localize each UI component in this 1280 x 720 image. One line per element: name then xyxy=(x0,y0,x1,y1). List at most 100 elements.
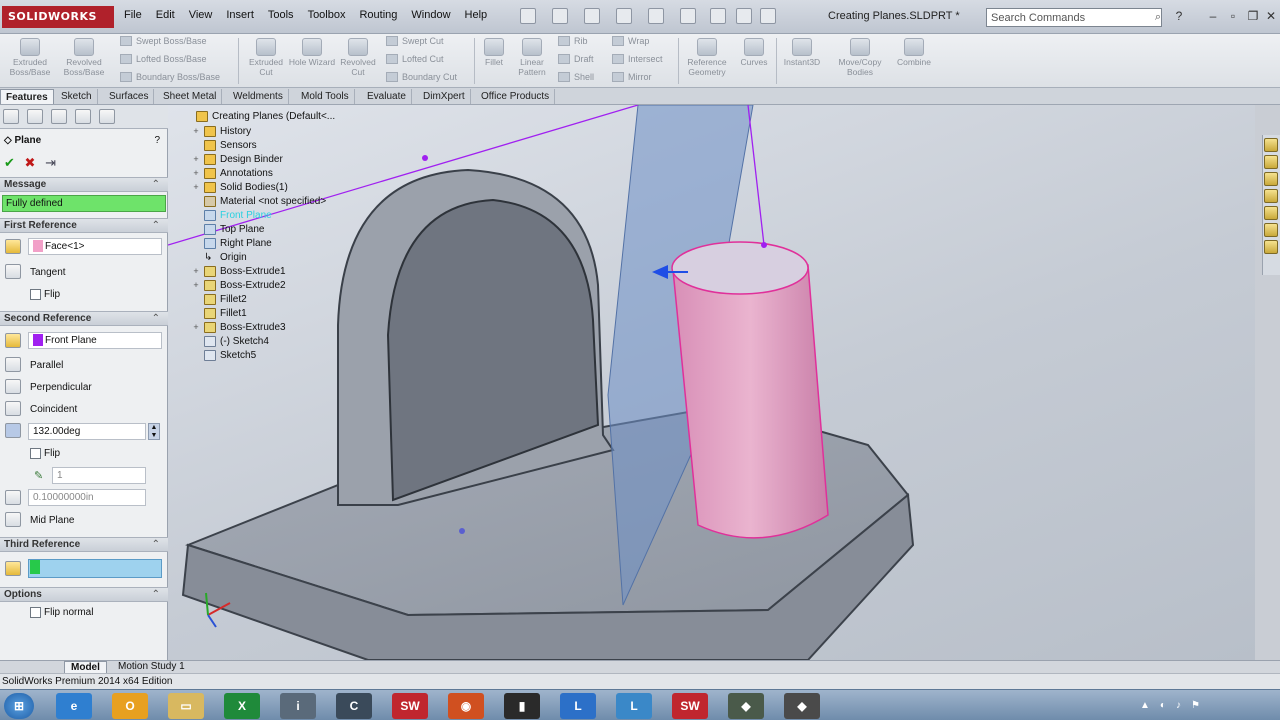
tab-sheet-metal[interactable]: Sheet Metal xyxy=(158,89,223,104)
app-icon[interactable]: ▮ xyxy=(504,693,540,719)
tree-item-sketch5[interactable]: Sketch5 xyxy=(192,348,256,362)
help-icon[interactable]: ? xyxy=(1172,9,1186,23)
combine-button[interactable]: Combine xyxy=(890,36,938,67)
draft-button[interactable]: Draft xyxy=(558,54,594,64)
coincident-label[interactable]: Coincident xyxy=(30,404,77,415)
menu-help[interactable]: Help xyxy=(465,9,488,21)
forum-icon[interactable] xyxy=(1264,240,1278,254)
custom-properties-icon[interactable] xyxy=(1264,223,1278,237)
app-icon-3[interactable]: ◆ xyxy=(784,693,820,719)
collapse-icon[interactable]: ⌃ xyxy=(152,588,160,602)
tree-item-sketch4[interactable]: (-) Sketch4 xyxy=(192,334,269,348)
tree-root[interactable]: Creating Planes (Default<... xyxy=(184,109,335,123)
file-properties-icon[interactable] xyxy=(736,8,752,24)
select-icon[interactable] xyxy=(680,8,696,24)
property-manager-icon[interactable] xyxy=(27,109,43,124)
cancel-icon[interactable]: ✖ xyxy=(25,155,36,170)
curves-button[interactable]: Curves xyxy=(734,36,774,67)
instant3d-button[interactable]: Instant3D xyxy=(778,36,826,67)
angle-icon[interactable] xyxy=(5,423,21,438)
extruded-boss-button[interactable]: Extruded Boss/Base xyxy=(6,36,54,77)
solidworks-logo[interactable]: SOLIDWORKS xyxy=(2,6,114,28)
resources-icon[interactable] xyxy=(1264,138,1278,152)
expand-icon[interactable]: + xyxy=(192,182,200,192)
model-viewport[interactable] xyxy=(168,105,1255,660)
options-header[interactable]: Options ⌃ xyxy=(0,587,168,602)
pin-icon[interactable]: ⇥ xyxy=(45,155,56,170)
perpendicular-icon[interactable] xyxy=(5,379,21,394)
network-icon[interactable]: ◐ xyxy=(1160,700,1166,712)
collapse-icon[interactable]: ⌃ xyxy=(152,312,160,326)
dimxpert-manager-icon[interactable] xyxy=(75,109,91,124)
file-explorer-icon[interactable] xyxy=(1264,172,1278,186)
tab-dimxpert[interactable]: DimXpert xyxy=(418,89,471,104)
fillet-button[interactable]: Fillet xyxy=(474,36,514,67)
tree-item-sensors[interactable]: Sensors xyxy=(192,138,257,152)
tab-features[interactable]: Features xyxy=(0,89,54,104)
lync-icon[interactable]: L xyxy=(560,693,596,719)
parallel-icon[interactable] xyxy=(5,357,21,372)
expand-icon[interactable]: + xyxy=(192,266,200,276)
menu-window[interactable]: Window xyxy=(411,9,450,21)
wrap-button[interactable]: Wrap xyxy=(612,36,649,46)
shell-button[interactable]: Shell xyxy=(558,72,594,82)
parallel-label[interactable]: Parallel xyxy=(30,360,63,371)
first-reference-header[interactable]: First Reference ⌃ xyxy=(0,218,168,233)
extruded-cut-button[interactable]: Extruded Cut xyxy=(242,36,290,77)
spinner-icon[interactable]: ▲ ▼ xyxy=(148,423,160,440)
collapse-icon[interactable]: ⌃ xyxy=(152,538,160,552)
tree-item-fillet1[interactable]: Fillet1 xyxy=(192,306,247,320)
tab-mold-tools[interactable]: Mold Tools xyxy=(296,89,355,104)
solidworks-taskbar-icon[interactable]: SW xyxy=(392,693,428,719)
menu-edit[interactable]: Edit xyxy=(156,9,175,21)
app-icon-2[interactable]: ◆ xyxy=(728,693,764,719)
print-icon[interactable] xyxy=(616,8,632,24)
second-reference-header[interactable]: Second Reference ⌃ xyxy=(0,311,168,326)
tangent-icon[interactable] xyxy=(5,264,21,279)
display-manager-icon[interactable] xyxy=(99,109,115,124)
tab-office-products[interactable]: Office Products xyxy=(476,89,556,104)
menu-toolbox[interactable]: Toolbox xyxy=(308,9,346,21)
boundary-boss-button[interactable]: Boundary Boss/Base xyxy=(120,72,220,82)
coincident-icon[interactable] xyxy=(5,401,21,416)
outlook-icon[interactable]: O xyxy=(112,693,148,719)
reference-geometry-button[interactable]: Reference Geometry xyxy=(680,36,734,77)
tangent-label[interactable]: Tangent xyxy=(30,267,66,278)
tree-item-front-plane[interactable]: Front Plane xyxy=(192,208,272,222)
file-explorer-icon[interactable]: ▭ xyxy=(168,693,204,719)
collapse-icon[interactable]: ⌃ xyxy=(152,219,160,233)
configuration-manager-icon[interactable] xyxy=(51,109,67,124)
undo-icon[interactable] xyxy=(648,8,664,24)
expand-icon[interactable]: + xyxy=(192,154,200,164)
help-icon[interactable]: ? xyxy=(154,135,160,146)
distance-input[interactable]: 0.10000000in xyxy=(28,489,146,506)
rebuild-icon[interactable] xyxy=(710,8,726,24)
search-input[interactable]: Search Commands xyxy=(991,12,1151,24)
revolved-cut-button[interactable]: Revolved Cut xyxy=(334,36,382,77)
volume-icon[interactable]: ♪ xyxy=(1176,700,1181,712)
view-palette-icon[interactable] xyxy=(1264,189,1278,203)
menu-insert[interactable]: Insert xyxy=(226,9,254,21)
graphics-area[interactable]: Creating Planes (Default<... + History Se… xyxy=(168,105,1255,660)
restore2-icon[interactable]: ❐ xyxy=(1246,9,1260,23)
mid-plane-icon[interactable] xyxy=(5,512,21,527)
tab-surfaces[interactable]: Surfaces xyxy=(104,89,155,104)
move-copy-bodies-button[interactable]: Move/Copy Bodies xyxy=(832,36,888,77)
tree-item-solid-bodies[interactable]: + Solid Bodies(1) xyxy=(192,180,288,194)
firefox-icon[interactable]: ◉ xyxy=(448,693,484,719)
tree-item-material[interactable]: Material <not specified> xyxy=(192,194,326,208)
flag-icon[interactable]: ⚑ xyxy=(1191,700,1200,712)
expand-icon[interactable]: + xyxy=(192,126,200,136)
third-reference-field[interactable] xyxy=(28,559,162,578)
flip-checkbox[interactable] xyxy=(30,289,41,300)
save-icon[interactable] xyxy=(584,8,600,24)
second-reference-field[interactable]: Front Plane xyxy=(28,332,162,349)
excel-icon[interactable]: X xyxy=(224,693,260,719)
mirror-button[interactable]: Mirror xyxy=(612,72,652,82)
tray-icon[interactable]: ▲ xyxy=(1140,700,1150,712)
info-app-icon[interactable]: i xyxy=(280,693,316,719)
tab-evaluate[interactable]: Evaluate xyxy=(362,89,412,104)
menu-view[interactable]: View xyxy=(189,9,213,21)
tree-item-annotations[interactable]: + Annotations xyxy=(192,166,273,180)
close-icon[interactable]: ✕ xyxy=(1264,9,1278,23)
